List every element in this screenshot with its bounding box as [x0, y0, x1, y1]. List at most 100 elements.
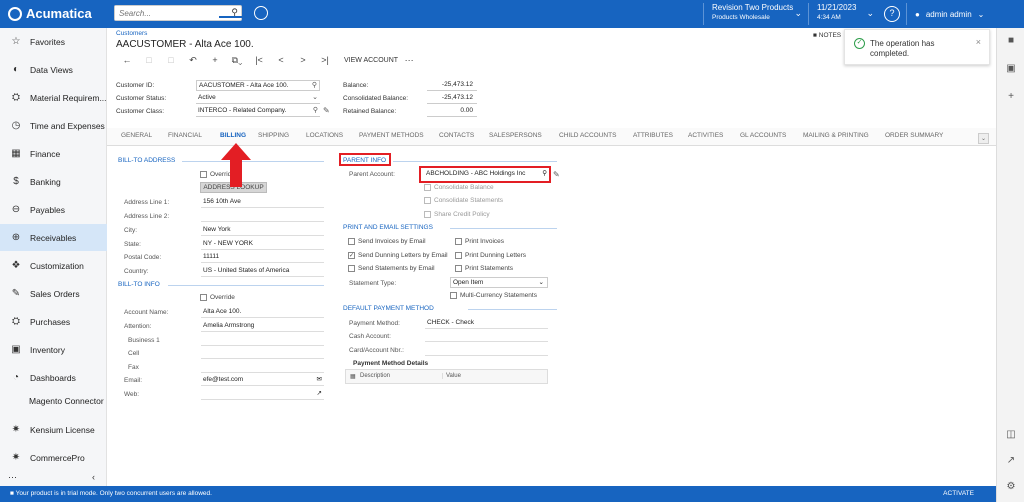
more-actions-icon[interactable]: ⋯: [398, 55, 420, 66]
city-field[interactable]: New York: [201, 225, 324, 236]
tab-gl-accounts[interactable]: GL ACCOUNTS: [740, 132, 786, 139]
date-selector[interactable]: 11/21/2023 4:34 AM ⌄: [808, 3, 878, 25]
tab-mailing-printing[interactable]: MAILING & PRINTING: [803, 132, 869, 139]
search-input[interactable]: [115, 6, 223, 20]
tab-general[interactable]: GENERAL: [121, 132, 152, 139]
activate-button[interactable]: ACTIVATE: [943, 486, 974, 502]
parent-account-field[interactable]: ABCHOLDING - ABC Holdings Inc ⚲: [424, 169, 548, 180]
business1-field[interactable]: [201, 335, 324, 346]
consolidate-balance-checkbox[interactable]: Consolidate Balance: [424, 184, 494, 191]
panel-icon[interactable]: ◫: [1004, 428, 1018, 442]
sidebar-item-material-requirements[interactable]: ⛭ Material Requirem...: [0, 84, 107, 111]
cash-account-field[interactable]: [425, 331, 548, 342]
customer-id-field[interactable]: AACUSTOMER - Alta Ace 100. ⚲: [196, 80, 320, 91]
help-icon[interactable]: ?: [884, 6, 900, 22]
edit-icon[interactable]: ✎: [553, 170, 560, 179]
close-icon[interactable]: ×: [976, 37, 981, 47]
tab-billing[interactable]: BILLING: [220, 132, 246, 139]
fax-field[interactable]: [201, 362, 324, 373]
send-statements-checkbox[interactable]: Send Statements by Email: [348, 265, 435, 272]
send-invoices-checkbox[interactable]: Send Invoices by Email: [348, 238, 426, 245]
tabs-scroll-icon[interactable]: ⌄: [978, 133, 989, 144]
address-line2-field[interactable]: [201, 211, 324, 222]
mail-icon[interactable]: ✉: [317, 375, 322, 385]
last-record-icon[interactable]: >|: [314, 55, 336, 65]
sidebar-item-magento-connector[interactable]: Magento Connector: [0, 387, 107, 414]
sidebar-item-banking[interactable]: $ Banking: [0, 168, 107, 195]
column-description[interactable]: Description: [360, 373, 390, 379]
sidebar-item-purchases[interactable]: ⛭ Purchases: [0, 308, 107, 335]
tab-financial[interactable]: FINANCIAL: [168, 132, 202, 139]
sidebar-item-sales-orders[interactable]: ✎ Sales Orders: [0, 280, 107, 307]
search-icon[interactable]: ⚲: [312, 81, 317, 91]
settings-icon[interactable]: ⚙: [1004, 480, 1018, 494]
save-icon[interactable]: □: [138, 55, 160, 65]
sidebar-item-commercepro[interactable]: ✷ CommercePro: [0, 444, 107, 471]
tab-contacts[interactable]: CONTACTS: [439, 132, 474, 139]
edit-icon[interactable]: ✎: [323, 106, 330, 115]
save-close-icon[interactable]: □: [160, 55, 182, 65]
tab-order-summary[interactable]: ORDER SUMMARY: [885, 132, 943, 139]
tab-payment-methods[interactable]: PAYMENT METHODS: [359, 132, 424, 139]
tab-activities[interactable]: ACTIVITIES: [688, 132, 723, 139]
address-line1-field[interactable]: 156 10th Ave: [201, 197, 324, 208]
tab-child-accounts[interactable]: CHILD ACCOUNTS: [559, 132, 616, 139]
open-link-icon[interactable]: ↗: [317, 389, 322, 399]
previous-record-icon[interactable]: <: [270, 55, 292, 65]
account-name-field[interactable]: Alta Ace 100.: [201, 307, 324, 318]
multi-currency-checkbox[interactable]: Multi-Currency Statements: [450, 292, 537, 299]
search-icon[interactable]: ⚲: [313, 106, 318, 116]
more-icon[interactable]: ⋯: [8, 472, 17, 483]
sidebar-item-customization[interactable]: ❖ Customization: [0, 252, 107, 279]
column-value[interactable]: Value: [442, 373, 461, 379]
sidebar-item-payables[interactable]: ⊖ Payables: [0, 196, 107, 223]
next-record-icon[interactable]: >: [292, 55, 314, 65]
history-icon[interactable]: [254, 6, 268, 20]
sidebar-item-finance[interactable]: ▦ Finance: [0, 140, 107, 167]
country-field[interactable]: US - United States of America: [201, 266, 324, 277]
undo-icon[interactable]: ↶: [182, 55, 204, 66]
search-box[interactable]: ⚲: [114, 5, 242, 21]
cell-field[interactable]: [201, 348, 324, 359]
statement-type-select[interactable]: Open Item ⌄: [450, 277, 548, 288]
customer-class-field[interactable]: INTERCO - Related Company. ⚲: [196, 106, 320, 117]
outlook-icon[interactable]: ▣: [1004, 62, 1018, 76]
tenant-selector[interactable]: Revision Two Products Products Wholesale…: [703, 3, 806, 25]
tab-salespersons[interactable]: SALESPERSONS: [489, 132, 542, 139]
web-field[interactable]: ↗: [201, 389, 324, 400]
breadcrumb[interactable]: Customers: [116, 30, 147, 37]
notes-button[interactable]: ■ NOTES: [813, 32, 841, 39]
attention-field[interactable]: Amelia Armstrong: [201, 321, 324, 332]
copy-icon[interactable]: ⧉⌄: [226, 55, 248, 66]
sidebar-item-time-expenses[interactable]: ◷ Time and Expenses: [0, 112, 107, 139]
open-external-icon[interactable]: ↗: [1004, 454, 1018, 468]
collapse-sidebar-icon[interactable]: ‹: [92, 472, 95, 482]
view-account-button[interactable]: VIEW ACCOUNT: [344, 57, 398, 64]
print-invoices-checkbox[interactable]: Print Invoices: [455, 238, 504, 245]
teams-icon[interactable]: ■: [1004, 34, 1018, 48]
send-dunning-checkbox[interactable]: ✓ Send Dunning Letters by Email: [348, 252, 448, 259]
first-record-icon[interactable]: |<: [248, 55, 270, 65]
print-statements-checkbox[interactable]: Print Statements: [455, 265, 513, 272]
info-override-checkbox[interactable]: Override: [200, 294, 235, 301]
sidebar-item-receivables[interactable]: ⊕ Receivables: [0, 224, 107, 251]
acumatica-logo[interactable]: Acumatica: [8, 6, 92, 21]
add-icon[interactable]: +: [1004, 90, 1018, 104]
email-field[interactable]: efe@test.com ✉: [201, 375, 324, 386]
back-icon[interactable]: ←: [116, 55, 138, 65]
state-field[interactable]: NY - NEW YORK: [201, 239, 324, 250]
print-dunning-checkbox[interactable]: Print Dunning Letters: [455, 252, 526, 259]
sidebar-item-favorites[interactable]: ☆ Favorites: [0, 28, 107, 55]
sidebar-item-inventory[interactable]: ▣ Inventory: [0, 336, 107, 363]
sidebar-item-kensium-license[interactable]: ✷ Kensium License: [0, 416, 107, 443]
card-account-field[interactable]: [425, 345, 548, 356]
sidebar-item-data-views[interactable]: ◐ Data Views: [0, 56, 107, 83]
customer-status-select[interactable]: Active ⌄: [196, 93, 320, 104]
payment-method-field[interactable]: CHECK - Check: [425, 318, 548, 329]
grid-settings-icon[interactable]: ▦: [350, 373, 356, 380]
share-credit-policy-checkbox[interactable]: Share Credit Policy: [424, 211, 490, 218]
user-menu[interactable]: ● admin admin ⌄: [906, 3, 994, 25]
tab-locations[interactable]: LOCATIONS: [306, 132, 343, 139]
add-icon[interactable]: +: [204, 55, 226, 65]
tab-shipping[interactable]: SHIPPING: [258, 132, 289, 139]
